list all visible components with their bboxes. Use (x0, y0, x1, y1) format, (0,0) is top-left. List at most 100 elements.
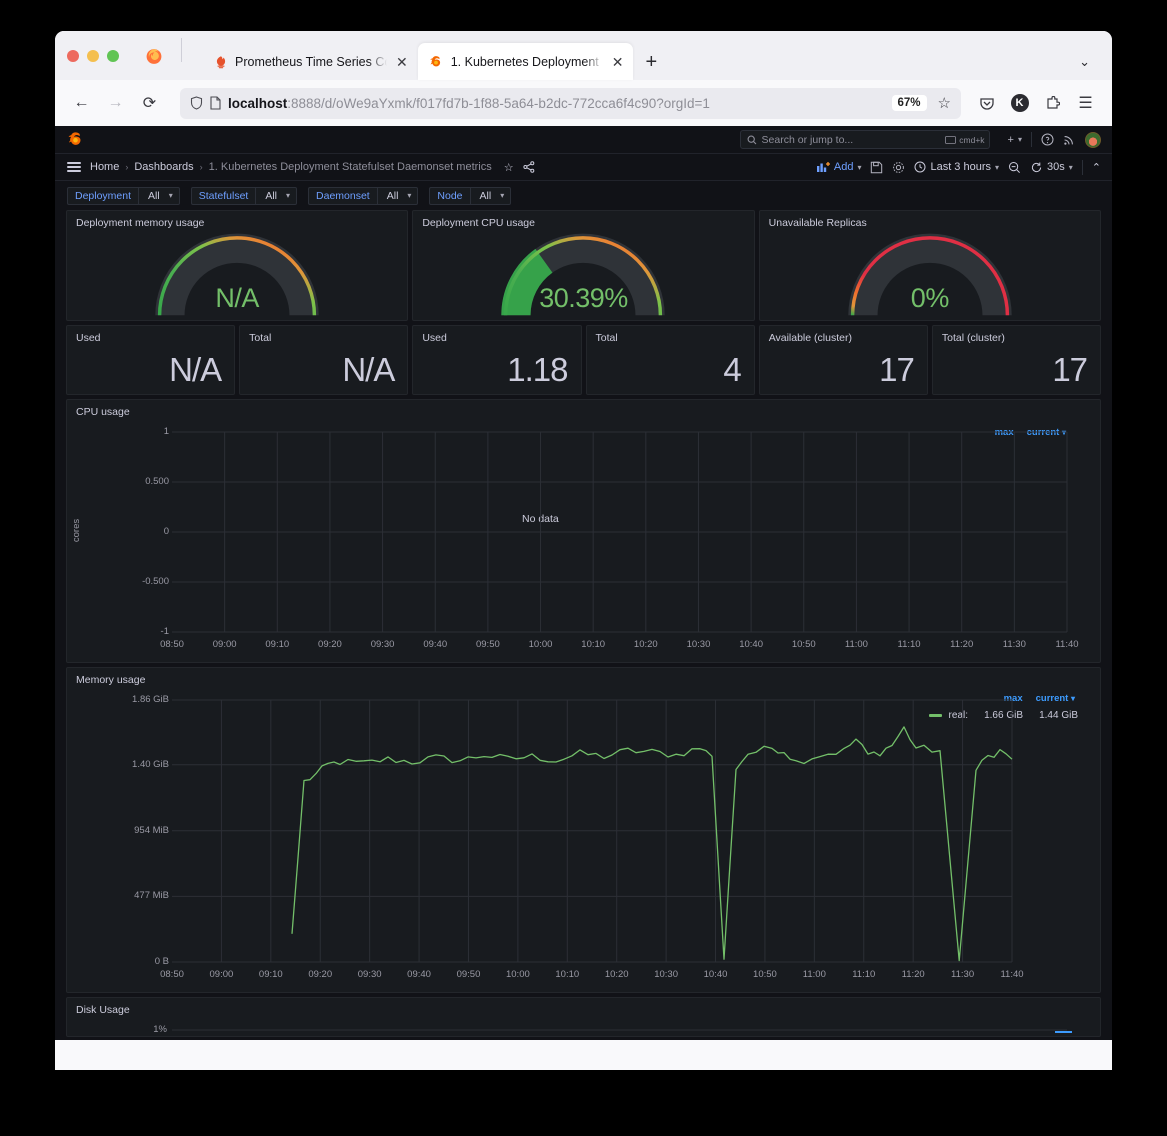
search-input[interactable]: Search or jump to... cmd+k (739, 130, 990, 149)
panel-title: Unavailable Replicas (768, 217, 867, 229)
add-panel-button[interactable]: Add ▾ (816, 161, 861, 173)
breadcrumb-dashboards[interactable]: Dashboards (134, 161, 193, 173)
panel-deployment-cpu-usage[interactable]: Deployment CPU usage 30.39% (412, 210, 755, 321)
user-avatar[interactable] (1085, 131, 1101, 148)
variable-label: Daemonset (308, 186, 377, 205)
save-icon[interactable] (870, 161, 883, 174)
refresh-picker[interactable]: 30s ▾ (1030, 161, 1073, 174)
dashboard-actions: ☆ (504, 161, 535, 174)
chevron-down-icon: ▾ (995, 162, 1000, 172)
browser-tab-grafana[interactable]: 1. Kubernetes Deployment State ✕ (417, 43, 634, 80)
create-new-button[interactable]: + ▾ (1008, 134, 1022, 146)
chevron-down-icon: ▾ (286, 191, 291, 200)
panel-unavailable-replicas[interactable]: Unavailable Replicas 0% (758, 210, 1101, 321)
x-tick: 08:50 (160, 969, 184, 980)
x-tick: 11:00 (844, 639, 868, 650)
variable-select[interactable]: All ▾ (138, 186, 180, 205)
x-tick: 10:00 (528, 639, 553, 650)
close-window-button[interactable] (67, 49, 79, 62)
panel-stat-available-cluster[interactable]: Available (cluster) 17 (758, 325, 928, 395)
variable-select[interactable]: All ▾ (469, 186, 512, 205)
new-tab-button[interactable]: + (633, 52, 669, 80)
menu-toggle-icon[interactable] (67, 162, 81, 172)
panel-stat-used-memory[interactable]: Used N/A (66, 325, 236, 395)
app-menu-button[interactable]: ☰ (1070, 88, 1101, 119)
grafana-topnav: Search or jump to... cmd+k + ▾ (55, 126, 1112, 154)
share-icon[interactable] (523, 161, 535, 173)
time-range-picker[interactable]: Last 3 hours ▾ (914, 161, 999, 173)
gauge-value: 0% (910, 283, 950, 313)
pocket-icon[interactable] (971, 88, 1002, 119)
panel-title: Total (cluster) (941, 332, 1005, 344)
y-tick: 1 (163, 426, 169, 437)
browser-tabstrip: Prometheus Time Series Collect ✕ 1. Kube… (55, 31, 1112, 80)
panel-cpu-usage[interactable]: CPU usage max current ▾ cores No data -1… (66, 399, 1101, 663)
search-shortcut: cmd+k (945, 134, 985, 145)
extensions-icon[interactable] (1037, 88, 1068, 119)
x-tick: 10:50 (753, 969, 777, 980)
panel-stat-total-cluster[interactable]: Total (cluster) 17 (931, 325, 1102, 395)
x-tick: 10:10 (555, 969, 580, 980)
x-tick: 11:40 (1000, 969, 1024, 980)
panel-stat-total-cpu[interactable]: Total 4 (585, 325, 755, 395)
bookmark-star-icon[interactable]: ☆ (934, 94, 955, 112)
breadcrumb-home[interactable]: Home (90, 161, 119, 173)
stat-value: N/A (342, 351, 395, 388)
forward-button[interactable]: → (100, 88, 131, 119)
dashboard-toolbar-right: Add ▾ Last 3 hours ▾ 30s ▾ ⌃ (816, 159, 1101, 175)
x-tick: 09:00 (212, 639, 237, 650)
browser-tab-prometheus[interactable]: Prometheus Time Series Collect ✕ (202, 43, 418, 80)
panel-title: Available (cluster) (768, 332, 852, 344)
search-placeholder: Search or jump to... (761, 133, 854, 146)
panel-title: Deployment CPU usage (422, 217, 535, 229)
panel-title: CPU usage (76, 406, 130, 418)
grafana-app: Search or jump to... cmd+k + ▾ Home › Da… (55, 126, 1112, 1040)
panel-stat-used-cpu[interactable]: Used 1.18 (412, 325, 582, 395)
time-range-label: Last 3 hours (930, 161, 991, 173)
toolbar-divider (1081, 159, 1083, 175)
variable-select[interactable]: All ▾ (376, 186, 419, 205)
panel-memory-usage[interactable]: Memory usage max current ▾ real: 1.66 Gi… (66, 667, 1101, 993)
search-icon (747, 135, 757, 145)
account-button[interactable]: K (1004, 88, 1035, 119)
grafana-toolbar: Home › Dashboards › 1. Kubernetes Deploy… (55, 154, 1112, 181)
refresh-interval-label: 30s (1047, 161, 1065, 173)
x-tick: 09:10 (265, 639, 290, 650)
gear-icon[interactable] (892, 161, 905, 174)
maximize-window-button[interactable] (107, 49, 119, 62)
close-tab-button[interactable]: ✕ (394, 53, 410, 71)
zoom-level-badge[interactable]: 67% (891, 95, 927, 111)
variable-daemonset: Daemonset All ▾ (308, 186, 419, 205)
stat-value: 1.18 (507, 351, 568, 388)
refresh-icon[interactable] (1030, 161, 1043, 174)
url-bar[interactable]: localhost:8888/d/oWe9aYxmk/f017fd7b-1f88… (180, 87, 961, 119)
minimize-window-button[interactable] (87, 49, 99, 62)
url-path: :8888/d/oWe9aYxmk/f017fd7b-1f88-5a64-b2d… (287, 95, 710, 111)
stat-value: N/A (169, 351, 222, 388)
panel-disk-usage[interactable]: Disk Usage 1% (66, 997, 1101, 1037)
variable-label: Statefulset (190, 186, 256, 205)
panel-stat-total-memory[interactable]: Total N/A (239, 325, 409, 395)
y-tick: 1.86 GiB (132, 694, 169, 705)
reload-button[interactable]: ⟳ (134, 88, 165, 119)
window-controls (67, 31, 202, 80)
zoom-out-icon[interactable] (1008, 161, 1021, 174)
help-icon[interactable] (1041, 133, 1054, 146)
url-host: localhost (228, 95, 288, 111)
news-icon[interactable] (1063, 133, 1076, 146)
list-all-tabs-icon[interactable]: ⌄ (1079, 54, 1090, 70)
panel-deployment-memory-usage[interactable]: Deployment memory usage N/A (66, 210, 409, 321)
variable-label: Node (429, 186, 470, 205)
favorite-star-icon[interactable]: ☆ (504, 161, 514, 174)
close-tab-button[interactable]: ✕ (610, 53, 626, 71)
collapse-toolbar-icon[interactable]: ⌃ (1092, 161, 1101, 174)
template-variables: Deployment All ▾ Statefulset All ▾ Daemo… (55, 181, 1112, 210)
search-shortcut-label: cmd+k (959, 134, 985, 145)
x-tick: 11:20 (950, 639, 974, 650)
variable-statefulset: Statefulset All ▾ (190, 186, 298, 205)
x-tick: 11:30 (951, 969, 975, 980)
variable-select[interactable]: All ▾ (255, 186, 298, 205)
back-button[interactable]: ← (66, 88, 97, 119)
clock-icon (914, 161, 926, 173)
grafana-logo-icon[interactable] (67, 131, 84, 148)
